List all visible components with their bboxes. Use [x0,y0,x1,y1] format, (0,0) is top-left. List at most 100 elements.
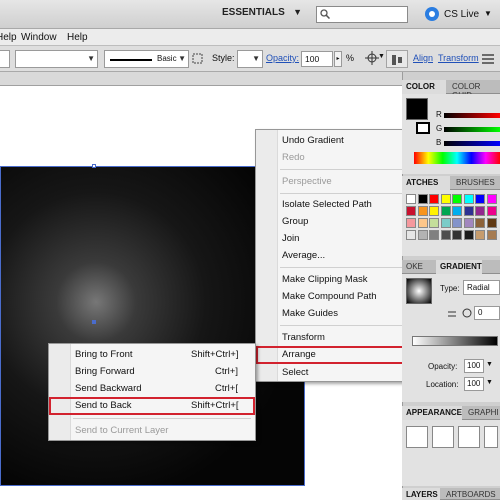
align-link[interactable]: Align [413,53,433,63]
color-swatch[interactable] [463,194,474,204]
chevron-down-icon[interactable]: ▼ [378,53,385,60]
green-slider[interactable] [444,127,500,132]
color-swatch[interactable] [417,206,428,216]
stroke-swatch[interactable] [416,122,430,134]
color-swatch[interactable] [475,206,485,216]
opacity-link[interactable]: Opacity: [266,53,299,63]
menu-help[interactable]: Help [67,32,88,43]
gradient-angle-field[interactable]: 0 [474,306,500,320]
brush-options-icon[interactable] [192,53,203,64]
recolor-artwork-icon[interactable] [365,51,379,65]
blue-slider[interactable] [444,141,500,146]
color-swatch[interactable] [486,218,497,228]
menu-item-transform[interactable]: Transform▶ [256,329,417,346]
stroke-weight-dropdown[interactable] [0,50,10,68]
search-input[interactable] [316,6,408,23]
menu-item-make-guides[interactable]: Make Guides [256,305,417,322]
menu-item-bring-forward[interactable]: Bring Forward Ctrl+] [49,363,255,380]
color-swatch[interactable] [486,194,497,204]
color-swatch[interactable] [452,194,462,204]
graphic-style-dropdown[interactable]: ▼ [237,50,263,68]
color-spectrum[interactable] [414,152,500,164]
color-swatch[interactable] [406,230,416,240]
brush-definition-dropdown[interactable]: Basic ▼ [104,50,189,68]
menu-item-select[interactable]: Select▶ [256,364,417,381]
color-swatch[interactable] [429,230,439,240]
tab-swatches[interactable]: ATCHES [402,176,450,190]
menu-item-isolate-selected-path[interactable]: Isolate Selected Path [256,196,417,213]
tab-stroke[interactable]: OKE [402,260,434,274]
variable-width-dropdown[interactable]: ▼ [15,50,98,68]
color-swatch[interactable] [417,218,428,228]
chevron-down-icon[interactable]: ▼ [486,379,493,386]
transform-link[interactable]: Transform [438,53,479,63]
tab-brushes[interactable]: BRUSHES [452,176,500,190]
style-thumbnail[interactable] [458,426,480,448]
color-swatch[interactable] [463,218,474,228]
cs-live-button[interactable]: CS Live ▼ [424,6,500,24]
gradient-location-field[interactable]: 100 [464,377,484,391]
panel-menu-icon[interactable] [481,53,495,65]
tab-color[interactable]: COLOR [402,80,446,94]
color-swatch[interactable] [429,194,439,204]
gradient-type-value: Radial [467,283,490,292]
color-swatch[interactable] [417,230,428,240]
menu-item-make-clipping-mask[interactable]: Make Clipping Mask [256,271,417,288]
menu-help-left[interactable]: Help [0,32,17,43]
menu-item-send-backward[interactable]: Send Backward Ctrl+[ [49,380,255,397]
menu-item-make-compound-path[interactable]: Make Compound Path [256,288,417,305]
color-swatch[interactable] [429,218,439,228]
tab-graphic-styles[interactable]: GRAPHI [464,406,500,420]
menu-item-arrange[interactable]: Arrange▶ [256,346,417,364]
menu-window[interactable]: Window [21,32,57,43]
gradient-slider[interactable] [412,336,498,346]
menu-item-send-to-back[interactable]: Send to Back Shift+Ctrl+[ [49,397,255,415]
red-slider[interactable] [444,113,500,118]
color-swatch[interactable] [440,218,451,228]
style-thumbnail[interactable] [432,426,454,448]
color-swatch[interactable] [406,218,416,228]
style-thumbnail[interactable] [484,426,498,448]
chevron-down-icon[interactable]: ▼ [486,361,493,368]
color-swatch[interactable] [475,230,485,240]
color-swatch[interactable] [475,194,485,204]
gradient-opacity-value: 100 [467,361,481,370]
color-swatch[interactable] [463,206,474,216]
gradient-opacity-field[interactable]: 100 [464,359,484,373]
color-swatch[interactable] [440,230,451,240]
color-swatch[interactable] [406,194,416,204]
gradient-preview[interactable] [406,278,432,304]
tab-artboards[interactable]: ARTBOARDS [442,488,500,500]
menu-item-group[interactable]: Group [256,213,417,230]
color-swatch[interactable] [406,206,416,216]
align-options-button[interactable] [386,50,408,68]
opacity-stepper[interactable]: ▸ [334,51,342,67]
tab-gradient[interactable]: GRADIENT [436,260,482,274]
workspace-switcher[interactable]: ESSENTIALS ▼ [222,7,306,23]
color-swatch[interactable] [475,218,485,228]
opacity-field[interactable]: 100 [301,51,333,67]
tab-appearance[interactable]: APPEARANCE [402,406,462,420]
color-swatch[interactable] [452,206,462,216]
menu-item-average[interactable]: Average... [256,247,417,264]
chevron-down-icon: ▼ [87,54,95,63]
fill-swatch[interactable] [406,98,428,120]
style-thumbnail[interactable] [406,426,428,448]
menu-item-join[interactable]: Join [256,230,417,247]
color-swatch[interactable] [417,194,428,204]
tab-layers[interactable]: LAYERS [402,488,440,500]
color-swatch[interactable] [486,206,497,216]
menu-item-bring-to-front[interactable]: Bring to Front Shift+Ctrl+] [49,346,255,363]
tab-color-guide[interactable]: COLOR GUID [448,80,500,100]
color-swatch[interactable] [440,206,451,216]
color-swatch[interactable] [440,194,451,204]
selection-handle[interactable] [92,164,96,168]
gradient-type-dropdown[interactable]: Radial [463,280,500,295]
reverse-gradient-icon[interactable] [446,308,458,320]
menu-item-undo-gradient[interactable]: Undo Gradient [256,132,417,149]
color-swatch[interactable] [429,206,439,216]
color-swatch[interactable] [452,230,462,240]
color-swatch[interactable] [486,230,497,240]
color-swatch[interactable] [463,230,474,240]
color-swatch[interactable] [452,218,462,228]
